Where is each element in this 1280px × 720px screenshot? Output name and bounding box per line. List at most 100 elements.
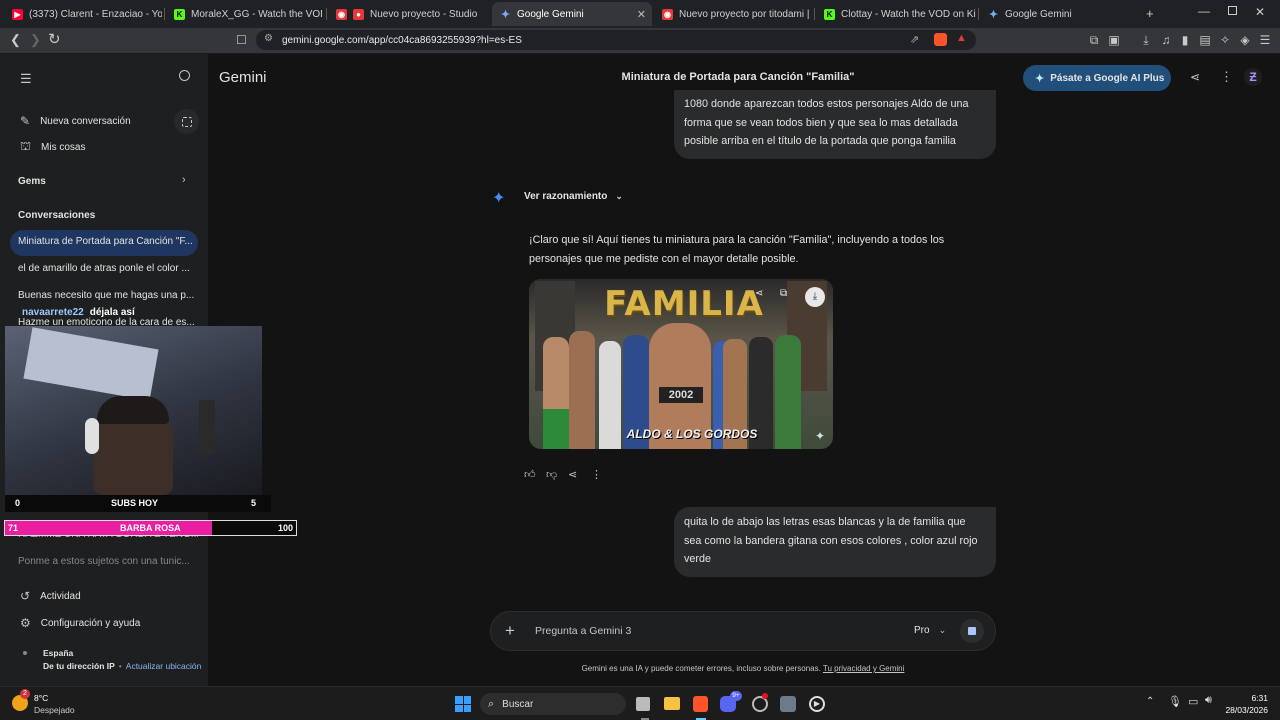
network-icon[interactable]: ▭: [1188, 695, 1198, 708]
streamer-hair: [97, 396, 169, 424]
thumbs-up-icon[interactable]: 👍︎: [524, 468, 536, 481]
prompt-box[interactable]: + Pregunta a Gemini 3 Pro ⌄: [490, 611, 996, 651]
chevron-right-icon[interactable]: ›: [182, 174, 186, 186]
message-line: 1080 donde aparezcan todos estos persona…: [684, 98, 969, 110]
media-player-icon[interactable]: ▶: [809, 696, 825, 712]
extensions-icon[interactable]: ⧉: [1086, 32, 1102, 48]
weather-temp[interactable]: 8°C: [34, 693, 48, 703]
share-reply-icon[interactable]: ⋖: [568, 468, 577, 481]
clock-date[interactable]: 28/03/2026: [1216, 705, 1268, 715]
prompt-input[interactable]: Pregunta a Gemini 3: [535, 625, 631, 637]
task-view-icon[interactable]: [636, 697, 650, 711]
show-reasoning-button[interactable]: Ver razonamiento ⌄: [524, 191, 623, 202]
browser-tab[interactable]: K MoraleX_GG - Watch the VOD on Kick: [166, 2, 322, 26]
headphones: [85, 418, 99, 454]
brave-rewards-icon[interactable]: ▲: [956, 32, 967, 44]
main-panel: Gemini Miniatura de Portada para Canción…: [208, 54, 1280, 686]
conversation-item[interactable]: Buenas necesito que me hagas una p...: [18, 290, 198, 301]
volume-icon[interactable]: 🔊︎: [1205, 694, 1212, 707]
restore-icon[interactable]: [1228, 6, 1237, 15]
stop-button[interactable]: [960, 619, 984, 643]
browser-tab[interactable]: K Clottay - Watch the VOD on Kick: [816, 2, 976, 26]
add-attachment-icon[interactable]: +: [505, 621, 515, 641]
microphone-tray-icon[interactable]: 🎙︎: [1168, 695, 1182, 708]
my-stuff-button[interactable]: ⛫ Mis cosas: [0, 139, 208, 155]
brave-browser-icon[interactable]: [693, 696, 708, 712]
clock-time[interactable]: 6:31: [1226, 693, 1268, 703]
update-location-link[interactable]: Actualizar ubicación: [126, 661, 202, 671]
brave-shields-icon[interactable]: [934, 33, 947, 46]
privacy-link[interactable]: Tu privacidad y Gemini: [823, 664, 905, 673]
bookmark-icon[interactable]: ☐: [236, 31, 247, 49]
new-chat-label: Nueva conversación: [40, 115, 131, 127]
stream-chat-message: [15, 344, 135, 364]
discord-badge: 9+: [730, 691, 742, 701]
copy-image-icon[interactable]: ⧉: [780, 288, 787, 299]
browser-tab[interactable]: ▶ (3373) Clarent - Enzaciao - YouTube: [4, 2, 162, 26]
conversation-item[interactable]: Miniatura de Portada para Canción "F...: [18, 236, 198, 247]
gems-heading[interactable]: Gems: [18, 176, 46, 187]
settings-app-icon[interactable]: [780, 696, 796, 712]
share-page-icon[interactable]: ⇗: [910, 33, 919, 46]
notification-badge: 2: [20, 689, 30, 699]
model-selector[interactable]: Pro ⌄: [914, 625, 946, 636]
bot-reply: ¡Claro que sí! Aquí tienes tu miniatura …: [529, 231, 989, 268]
tray-overflow-icon[interactable]: ⌃: [1146, 696, 1154, 707]
webcam-overlay: [5, 326, 262, 495]
generated-image[interactable]: FAMILIA 2002 ALDO & LOS GORDOS ✦ ⋖ ⧉ ⤓: [529, 279, 833, 449]
thumbs-down-icon[interactable]: 👎︎: [546, 468, 557, 481]
site-info-icon[interactable]: ⚙: [264, 33, 273, 44]
menu-icon[interactable]: ☰: [1257, 32, 1273, 48]
avatar[interactable]: Ƶ: [1244, 68, 1262, 86]
tab-title: Google Gemini: [1005, 8, 1072, 20]
activity-button[interactable]: ↺ Actividad: [0, 588, 208, 604]
close-tab-icon[interactable]: ✕: [637, 8, 646, 21]
conversation-item[interactable]: el de amarillo de atras ponle el color .…: [18, 263, 198, 274]
share-image-icon[interactable]: ⋖: [755, 288, 763, 299]
stop-icon: [968, 627, 976, 635]
settings-button[interactable]: ⚙ Configuración y ayuda: [0, 615, 208, 631]
temporary-chat-button[interactable]: [174, 109, 199, 134]
edit-icon: ✎: [20, 114, 31, 128]
windows-start-icon[interactable]: [455, 696, 471, 712]
conversation-title[interactable]: Miniatura de Portada para Canción "Famil…: [528, 71, 948, 83]
address-bar[interactable]: ⚙ gemini.google.com/app/cc04ca8693255939…: [256, 30, 976, 50]
close-window-icon[interactable]: ✕: [1255, 5, 1265, 19]
browser-tab-active[interactable]: ✦ Google Gemini ✕: [492, 2, 652, 26]
download-icon[interactable]: ⤓: [1138, 32, 1154, 48]
vpn-icon[interactable]: ◈: [1237, 32, 1253, 48]
screenshot-icon[interactable]: ▣: [1106, 32, 1122, 48]
subs-label: SUBS HOY: [111, 498, 159, 508]
download-image-icon[interactable]: ⤓: [805, 287, 825, 307]
more-options-icon[interactable]: ⋮: [1220, 69, 1233, 85]
new-tab-icon[interactable]: +: [1146, 6, 1154, 21]
browser-tab[interactable]: ◉ ● Nuevo proyecto - Studio: [328, 2, 488, 26]
upgrade-button[interactable]: ✦ Pásate a Google AI Plus: [1023, 65, 1171, 91]
windows-taskbar: 2 8°C Despejado ⌕ Buscar 9+ ▶ ⌃ 🎙︎ ▭ 🔊︎ …: [0, 686, 1280, 720]
search-icon[interactable]: [179, 70, 190, 81]
user-message: quita lo de abajo las letras esas blanca…: [674, 507, 996, 577]
more-actions-icon[interactable]: ⋮: [591, 468, 602, 481]
share-icon[interactable]: ⋖: [1190, 70, 1200, 84]
forward-icon[interactable]: ❯: [30, 31, 41, 49]
conversation-item[interactable]: Ponme a estos sujetos con una tunic...: [18, 556, 198, 567]
goal-label: BARBA ROSA: [120, 523, 181, 533]
activity-label: Actividad: [40, 590, 81, 602]
back-icon[interactable]: ❮: [10, 31, 21, 49]
weather-desc[interactable]: Despejado: [34, 705, 75, 715]
browser-tab[interactable]: ✦ Google Gemini: [980, 2, 1130, 26]
hamburger-menu-icon[interactable]: ☰: [20, 71, 32, 87]
minimize-icon[interactable]: —: [1198, 4, 1210, 18]
reload-icon[interactable]: ↻: [48, 31, 61, 49]
kick-icon: K: [824, 8, 835, 20]
gemini-icon: ✦: [988, 8, 999, 21]
wallet-icon[interactable]: ▤: [1197, 32, 1213, 48]
sidebar-toggle-icon[interactable]: ▮: [1177, 32, 1193, 48]
chat-username: navaarrete22: [22, 307, 84, 318]
media-icon[interactable]: ♫: [1158, 32, 1174, 48]
taskbar-search[interactable]: ⌕ Buscar: [480, 693, 626, 715]
leo-icon[interactable]: ✧: [1217, 32, 1233, 48]
browser-tab[interactable]: ◉ Nuevo proyecto por titodami | Band...: [654, 2, 812, 26]
file-explorer-icon[interactable]: [664, 697, 680, 710]
gemini-logo[interactable]: Gemini: [219, 69, 267, 86]
